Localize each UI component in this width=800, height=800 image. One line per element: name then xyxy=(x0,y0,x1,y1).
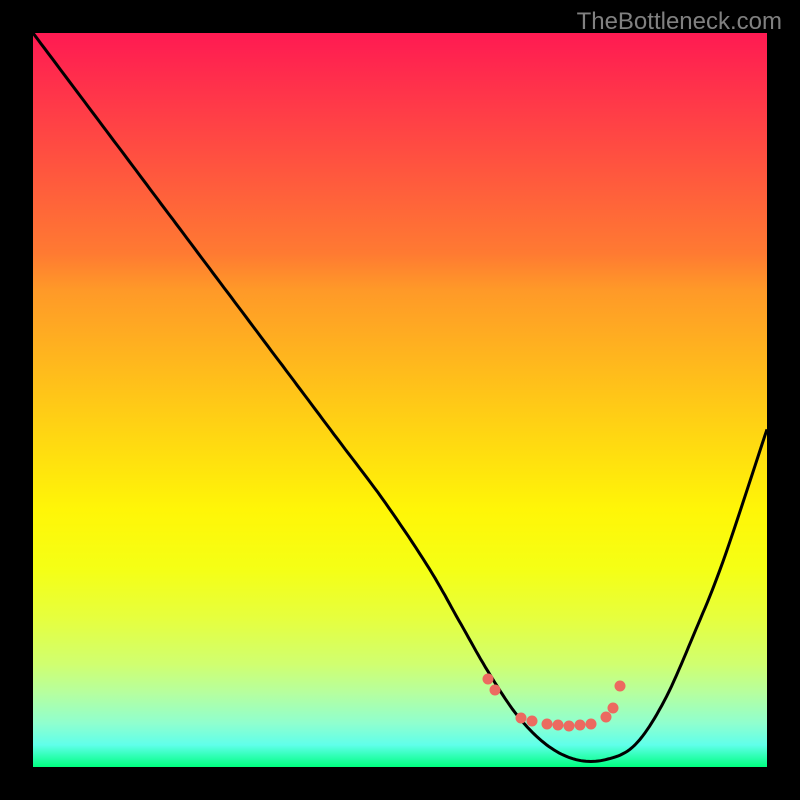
optimal-dot xyxy=(516,712,527,723)
watermark-text: TheBottleneck.com xyxy=(577,8,782,36)
optimal-dot xyxy=(607,703,618,714)
chart-curve-svg xyxy=(33,33,767,767)
optimal-dot xyxy=(615,681,626,692)
optimal-dot xyxy=(527,716,538,727)
optimal-dot xyxy=(552,720,563,731)
optimal-dot xyxy=(600,712,611,723)
optimal-dot xyxy=(585,718,596,729)
optimal-dot xyxy=(563,720,574,731)
chart-plot-area xyxy=(33,33,767,767)
bottleneck-curve-path xyxy=(33,33,767,762)
optimal-dot xyxy=(574,720,585,731)
optimal-dot xyxy=(490,684,501,695)
optimal-dot xyxy=(483,673,494,684)
optimal-dot xyxy=(541,718,552,729)
